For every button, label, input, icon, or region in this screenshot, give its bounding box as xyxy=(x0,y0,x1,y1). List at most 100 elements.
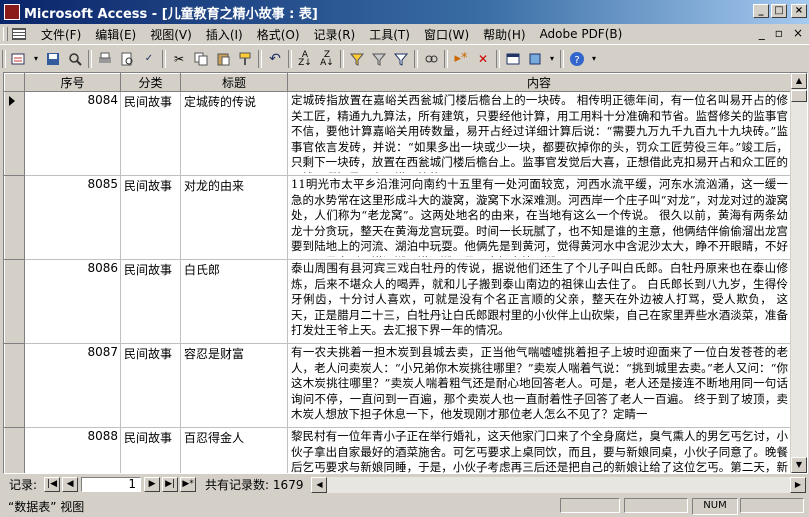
search-icon[interactable] xyxy=(66,50,84,68)
scroll-thumb[interactable] xyxy=(791,90,807,102)
view-icon[interactable] xyxy=(10,50,28,68)
help-icon[interactable]: ? xyxy=(568,50,586,68)
new-record-nav-button[interactable]: ▶* xyxy=(180,477,197,492)
cell-content[interactable]: 泰山周围有县河宾三戏白牡丹的传说，据说他们还生了个儿子叫白氏郎。白牡丹原来也在泰… xyxy=(287,259,791,344)
chevron-down-icon[interactable]: ▾ xyxy=(548,50,556,68)
record-selector[interactable] xyxy=(4,259,25,344)
toolbar-separator xyxy=(162,49,166,68)
table-row[interactable]: 8087 民间故事 容忍是财富 有一农夫挑着一担木炭到县城去卖，正当他气喘嘘嘘挑… xyxy=(4,343,791,428)
first-record-button[interactable]: |◀ xyxy=(44,477,61,492)
save-icon[interactable] xyxy=(44,50,62,68)
copy-icon[interactable] xyxy=(192,50,210,68)
apply-filter-icon[interactable] xyxy=(392,50,410,68)
column-header-content[interactable]: 内容 xyxy=(287,73,791,92)
column-header-title[interactable]: 标题 xyxy=(180,73,288,92)
delete-record-icon[interactable]: ✕ xyxy=(474,50,492,68)
menu-insert[interactable]: 插入(I) xyxy=(199,26,250,43)
vertical-scrollbar[interactable]: ▲ ▼ xyxy=(790,73,807,473)
format-painter-icon[interactable] xyxy=(236,50,254,68)
previous-record-button[interactable]: ◀ xyxy=(62,477,79,492)
minimize-button[interactable]: _ xyxy=(753,4,769,18)
record-selector[interactable] xyxy=(4,427,25,473)
new-object-icon[interactable] xyxy=(526,50,544,68)
cell-title[interactable]: 对龙的由来 xyxy=(180,175,288,260)
menu-grip[interactable] xyxy=(3,27,8,41)
cell-id[interactable]: 8087 xyxy=(24,343,121,428)
print-preview-icon[interactable] xyxy=(118,50,136,68)
find-icon[interactable] xyxy=(422,50,440,68)
column-header-id[interactable]: 序号 xyxy=(24,73,121,92)
table-grid-icon[interactable] xyxy=(12,28,26,40)
status-pane xyxy=(740,498,804,513)
filter-by-selection-icon[interactable] xyxy=(348,50,366,68)
print-icon[interactable] xyxy=(96,50,114,68)
scroll-right-button[interactable]: ▶ xyxy=(790,476,806,493)
record-selector[interactable] xyxy=(4,343,25,428)
cell-id[interactable]: 8086 xyxy=(24,259,121,344)
menu-tools[interactable]: 工具(T) xyxy=(362,26,417,43)
cell-title[interactable]: 百忍得金人 xyxy=(180,427,288,473)
table-row[interactable]: 8086 民间故事 白氏郎 泰山周围有县河宾三戏白牡丹的传说，据说他们还生了个儿… xyxy=(4,259,791,344)
cell-category[interactable]: 民间故事 xyxy=(120,259,181,344)
undo-icon[interactable]: ↶ xyxy=(266,50,284,68)
menu-records[interactable]: 记录(R) xyxy=(307,26,363,43)
cell-category[interactable]: 民间故事 xyxy=(120,427,181,473)
cell-title[interactable]: 白氏郎 xyxy=(180,259,288,344)
select-all-corner[interactable] xyxy=(4,73,25,92)
cell-id[interactable]: 8088 xyxy=(24,427,121,473)
filter-by-form-icon[interactable] xyxy=(370,50,388,68)
toolbar-separator xyxy=(288,49,292,68)
new-record-icon[interactable]: ▸* xyxy=(452,50,470,68)
column-header-category[interactable]: 分类 xyxy=(120,73,181,92)
table-row[interactable]: 8085 民间故事 对龙的由来 11明光市太平乡沿淮河向南约十五里有一处河面较宽… xyxy=(4,175,791,260)
record-selector[interactable] xyxy=(4,175,25,260)
maximize-button[interactable]: □ xyxy=(771,4,787,18)
spelling-icon[interactable]: ✓ xyxy=(140,50,158,68)
content-text: 黎民村有一位年青小子正在举行婚礼，这天他家门口来了个全身腐烂，臭气熏人的男乞丐乞… xyxy=(291,429,788,474)
cell-category[interactable]: 民间故事 xyxy=(120,91,181,176)
cell-content[interactable]: 定城砖指放置在嘉峪关西瓮城门楼后檐台上的一块砖。 相传明正德年间，有一位名叫易开… xyxy=(287,91,791,176)
access-app-icon[interactable] xyxy=(4,4,20,20)
scroll-down-button[interactable]: ▼ xyxy=(791,457,807,473)
sort-descending-icon[interactable]: Z A↓ xyxy=(318,50,336,68)
record-selector[interactable] xyxy=(4,91,25,176)
last-record-button[interactable]: ▶| xyxy=(162,477,179,492)
menu-help[interactable]: 帮助(H) xyxy=(476,26,532,43)
scroll-left-button[interactable]: ◀ xyxy=(311,476,328,493)
table-row[interactable]: 8088 民间故事 百忍得金人 黎民村有一位年青小子正在举行婚礼，这天他家门口来… xyxy=(4,427,791,474)
cut-icon[interactable]: ✂ xyxy=(170,50,188,68)
scroll-up-button[interactable]: ▲ xyxy=(791,73,807,89)
cell-id[interactable]: 8085 xyxy=(24,175,121,260)
total-records-label: 共有记录数: xyxy=(205,478,270,492)
menu-file[interactable]: 文件(F) xyxy=(34,26,88,43)
doc-window-controls: _ ▫ × xyxy=(759,26,803,40)
doc-restore-button[interactable]: ▫ xyxy=(775,26,783,40)
menu-format[interactable]: 格式(O) xyxy=(250,26,307,43)
doc-minimize-button[interactable]: _ xyxy=(759,26,765,40)
menu-window[interactable]: 窗口(W) xyxy=(417,26,476,43)
table-row[interactable]: 8084 民间故事 定城砖的传说 定城砖指放置在嘉峪关西瓮城门楼后檐台上的一块砖… xyxy=(4,91,791,176)
cell-category[interactable]: 民间故事 xyxy=(120,343,181,428)
current-record-input[interactable]: 1 xyxy=(81,477,142,492)
status-pane xyxy=(624,498,688,513)
sort-ascending-icon[interactable]: A Z↓ xyxy=(296,50,314,68)
chevron-down-icon[interactable]: ▾ xyxy=(32,50,40,68)
cell-content[interactable]: 黎民村有一位年青小子正在举行婚礼，这天他家门口来了个全身腐烂，臭气熏人的男乞丐乞… xyxy=(287,427,791,474)
cell-content[interactable]: 11明光市太平乡沿淮河向南约十五里有一处河面较宽，河西水流平缓，河东水流汹涌，这… xyxy=(287,175,791,260)
toolbar-options-icon[interactable]: ▾ xyxy=(590,50,598,68)
menu-edit[interactable]: 编辑(E) xyxy=(88,26,143,43)
cell-id[interactable]: 8084 xyxy=(24,91,121,176)
next-record-button[interactable]: ▶ xyxy=(144,477,161,492)
paste-icon[interactable] xyxy=(214,50,232,68)
status-view-mode: “数据表” 视图 xyxy=(8,499,85,514)
cell-title[interactable]: 定城砖的传说 xyxy=(180,91,288,176)
close-button[interactable]: × xyxy=(791,4,807,18)
cell-category[interactable]: 民间故事 xyxy=(120,175,181,260)
menu-adobe-pdf[interactable]: Adobe PDF(B) xyxy=(533,27,630,41)
menu-view[interactable]: 视图(V) xyxy=(143,26,199,43)
horizontal-scrollbar[interactable]: ◀ ▶ xyxy=(311,476,806,493)
database-window-icon[interactable] xyxy=(504,50,522,68)
cell-title[interactable]: 容忍是财富 xyxy=(180,343,288,428)
doc-close-button[interactable]: × xyxy=(793,26,803,40)
cell-content[interactable]: 有一农夫挑着一担木炭到县城去卖，正当他气喘嘘嘘挑着担子上坡时迎面来了一位白发苍苍… xyxy=(287,343,791,428)
